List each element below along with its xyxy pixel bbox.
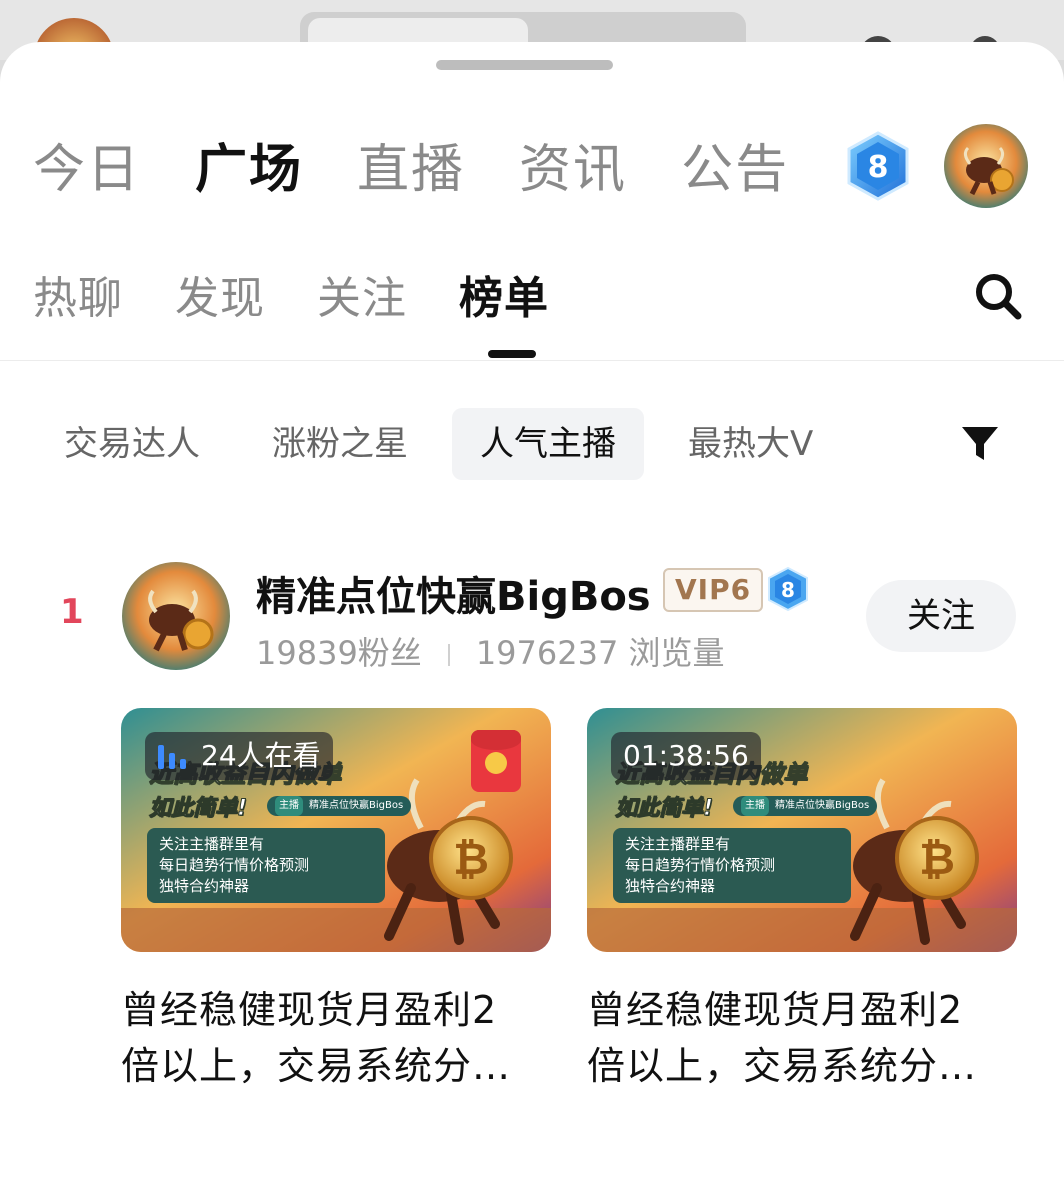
red-envelope-icon[interactable] <box>471 730 521 792</box>
video-thumbnail: ₿ 近高收益目内做单 如此简单! 主播精准点位快赢BigBos 关注主播群里有 … <box>587 708 1017 952</box>
level-badge-number: 8 <box>868 150 889 185</box>
thumbnail-host-pill: 主播 精准点位快赢BigBos <box>267 796 412 816</box>
thumbnail-line: 每日趋势行情价格预测 <box>159 856 310 874</box>
sub-nav: 热聊 发现 关注 榜单 <box>33 270 601 328</box>
tab-hot-chat[interactable]: 热聊 <box>33 270 123 328</box>
video-thumbnail: ₿ 近高收益目内做单 如此简单! 主播精准点位快赢BigBos 关注主播群里有 … <box>121 708 551 952</box>
divider <box>0 360 1064 361</box>
follow-button[interactable]: 关注 <box>866 580 1016 652</box>
tab-discover[interactable]: 发现 <box>175 270 265 328</box>
thumbnail-line: 每日趋势行情价格预测 <box>625 856 776 874</box>
thumbnail-host-name: 精准点位快赢BigBos <box>775 800 870 811</box>
tab-today[interactable]: 今日 <box>33 137 141 203</box>
sheet-grabber-handle[interactable] <box>436 60 613 70</box>
streamer-avatar[interactable] <box>122 562 230 670</box>
chip-popular-hosts[interactable]: 人气主播 <box>452 408 644 480</box>
thumbnail-line: 独特合约神器 <box>159 877 250 895</box>
level-badge-icon[interactable]: 8 <box>842 130 914 202</box>
chip-rising-stars[interactable]: 涨粉之星 <box>244 408 436 480</box>
tab-news[interactable]: 资讯 <box>519 137 627 203</box>
live-bars-icon <box>158 745 186 769</box>
chip-hottest-influencers[interactable]: 最热大V <box>660 408 841 480</box>
stats-separator <box>447 644 450 666</box>
video-card[interactable]: ₿ 近高收益目内做单 如此简单! 主播精准点位快赢BigBos 关注主播群里有 … <box>587 708 1017 1094</box>
thumbnail-info-box: 关注主播群里有 每日趋势行情价格预测 独特合约神器 <box>613 828 851 903</box>
thumbnail-line: 关注主播群里有 <box>159 835 265 853</box>
video-duration: 01:38:56 <box>623 739 749 772</box>
tab-live[interactable]: 直播 <box>357 137 465 203</box>
video-title: 曾经稳健现货月盈利2 倍以上，交易系统分… <box>587 982 1017 1094</box>
video-title-line: 倍以上，交易系统分… <box>121 1044 512 1088</box>
thumbnail-info-box: 关注主播群里有 每日趋势行情价格预测 独特合约神器 <box>147 828 385 903</box>
thumbnail-host-pill: 主播 精准点位快赢BigBos <box>733 796 878 816</box>
video-title-line: 曾经稳健现货月盈利2 <box>587 988 964 1032</box>
filter-icon[interactable] <box>960 424 1000 464</box>
streamer-level-number: 8 <box>781 578 795 602</box>
streamer-level-icon: 8 <box>766 566 810 612</box>
thumbnail-host-name: 精准点位快赢BigBos <box>309 800 404 811</box>
user-avatar[interactable] <box>944 124 1028 208</box>
rank-number: 1 <box>60 592 84 632</box>
top-nav: 今日 广场 直播 资讯 公告 <box>33 137 843 203</box>
live-viewer-badge: 24人在看 <box>145 732 333 780</box>
live-viewer-count: 24人在看 <box>201 739 321 772</box>
thumbnail-host-tag: 主播 <box>741 796 769 816</box>
thumbnail-subheadline: 如此简单! <box>148 796 248 822</box>
vip-badge: VIP6 <box>663 568 764 612</box>
tab-following[interactable]: 关注 <box>317 270 407 328</box>
streamer-stats: 19839粉丝 1976237 浏览量 <box>256 628 725 674</box>
search-icon[interactable] <box>972 270 1024 322</box>
follower-count: 19839粉丝 <box>256 634 422 672</box>
svg-text:₿: ₿ <box>453 834 489 885</box>
category-chips: 交易达人 涨粉之星 人气主播 最热大V <box>36 408 857 480</box>
chip-trading-experts[interactable]: 交易达人 <box>36 408 228 480</box>
thumbnail-host-tag: 主播 <box>275 796 303 816</box>
video-card[interactable]: ₿ 近高收益目内做单 如此简单! 主播精准点位快赢BigBos 关注主播群里有 … <box>121 708 551 1094</box>
video-title-line: 曾经稳健现货月盈利2 <box>121 988 498 1032</box>
active-tab-indicator <box>488 350 536 358</box>
video-duration-badge: 01:38:56 <box>611 732 761 780</box>
streamer-name[interactable]: 精准点位快赢BigBos <box>256 564 651 622</box>
thumbnail-line: 独特合约神器 <box>625 877 716 895</box>
svg-text:₿: ₿ <box>919 834 955 885</box>
tab-rankings[interactable]: 榜单 <box>459 270 549 328</box>
tab-announcements[interactable]: 公告 <box>681 137 789 203</box>
tab-square[interactable]: 广场 <box>195 137 303 203</box>
thumbnail-subheadline: 如此简单! <box>614 796 714 822</box>
bottom-sheet: 今日 广场 直播 资讯 公告 8 热聊 发现 关注 榜单 交易达人 涨粉之星 人… <box>0 42 1064 1178</box>
view-count: 1976237 浏览量 <box>475 634 725 672</box>
thumbnail-line: 关注主播群里有 <box>625 835 731 853</box>
video-title: 曾经稳健现货月盈利2 倍以上，交易系统分… <box>121 982 551 1094</box>
video-title-line: 倍以上，交易系统分… <box>587 1044 978 1088</box>
